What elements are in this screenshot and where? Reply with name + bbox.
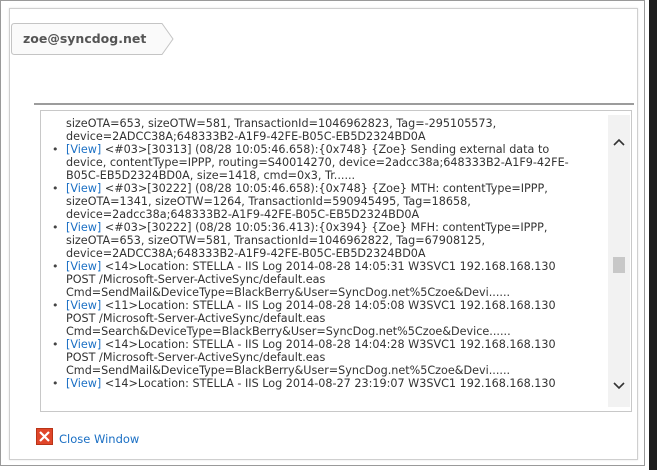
log-line: [View] <#03>[30222] (08/28 10:05:46.658)… bbox=[66, 182, 609, 195]
log-line: [View] <14>Location: STELLA - IIS Log 20… bbox=[66, 260, 609, 273]
log-content: sizeOTA=653, sizeOTW=581, TransactionId=… bbox=[41, 111, 609, 390]
view-link[interactable]: [View] bbox=[66, 143, 101, 156]
log-item: • [View] <11>Location: STELLA - IIS Log 2… bbox=[49, 299, 609, 338]
log-item-partial: sizeOTA=653, sizeOTW=581, TransactionId=… bbox=[49, 117, 609, 143]
view-link[interactable]: [View] bbox=[66, 182, 101, 195]
chevron-down-icon[interactable] bbox=[608, 377, 630, 395]
bullet-icon: • bbox=[52, 338, 59, 351]
log-line: [View] <14>Location: STELLA - IIS Log 20… bbox=[66, 377, 609, 390]
log-line: device, contentType=IPPP, routing=S40014… bbox=[66, 156, 569, 169]
log-item: • [View] <#03>[30222] (08/28 10:05:36.413… bbox=[49, 221, 609, 260]
log-line-text: <11>Location: STELLA - IIS Log 2014-08-2… bbox=[101, 299, 556, 312]
log-scrollbar[interactable] bbox=[608, 115, 630, 407]
panel-divider bbox=[34, 103, 634, 105]
log-line: [View] <#03>[30222] (08/28 10:05:36.413)… bbox=[66, 221, 609, 234]
log-line: [View] <11>Location: STELLA - IIS Log 20… bbox=[66, 299, 609, 312]
log-line: device=2adcc38a;648333B2-A1F9-42FE-B05C-… bbox=[66, 208, 420, 221]
log-line: POST /Microsoft-Server-ActiveSync/defaul… bbox=[66, 273, 326, 286]
bullet-icon: • bbox=[52, 299, 59, 312]
scroll-thumb[interactable] bbox=[613, 257, 625, 273]
log-line-text: <14>Location: STELLA - IIS Log 2014-08-2… bbox=[101, 338, 556, 351]
bullet-icon: • bbox=[52, 260, 59, 273]
breadcrumb-label: zoe@syncdog.net bbox=[23, 31, 147, 46]
log-line: [View] <14>Location: STELLA - IIS Log 20… bbox=[66, 338, 609, 351]
log-line: Cmd=Search&DeviceType=BlackBerry&User=Sy… bbox=[66, 325, 511, 338]
log-line: [View] <#03>[30313] (08/28 10:05:46.658)… bbox=[66, 143, 609, 156]
log-line: device=2ADCC38A;648333B2-A1F9-42FE-B05C-… bbox=[66, 130, 426, 143]
window-edge bbox=[649, 0, 657, 470]
log-list: sizeOTA=653, sizeOTW=581, TransactionId=… bbox=[41, 117, 609, 390]
bullet-icon: • bbox=[52, 143, 59, 156]
log-line: sizeOTA=1341, sizeOTW=1264, TransactionI… bbox=[66, 195, 471, 208]
view-link[interactable]: [View] bbox=[66, 260, 101, 273]
close-x-icon[interactable] bbox=[36, 427, 53, 445]
log-line: sizeOTA=653, sizeOTW=581, TransactionId=… bbox=[66, 234, 486, 247]
log-item: • [View] <#03>[30222] (08/28 10:05:46.658… bbox=[49, 182, 609, 221]
log-line: B05C-EB5D2324BD0A, size=1418, cmd=0x3, T… bbox=[66, 169, 356, 182]
log-line-text: <#03>[30222] (08/28 10:05:36.413):{0x394… bbox=[101, 221, 548, 234]
close-window-link[interactable]: Close Window bbox=[59, 432, 139, 446]
breadcrumb[interactable]: zoe@syncdog.net bbox=[11, 23, 176, 55]
view-link[interactable]: [View] bbox=[66, 377, 101, 390]
view-link[interactable]: [View] bbox=[66, 338, 101, 351]
bullet-icon: • bbox=[52, 221, 59, 234]
view-link[interactable]: [View] bbox=[66, 221, 101, 234]
close-window-row[interactable]: Close Window bbox=[36, 425, 139, 447]
log-item: • [View] <14>Location: STELLA - IIS Log 2… bbox=[49, 377, 609, 390]
log-line-text: <14>Location: STELLA - IIS Log 2014-08-2… bbox=[101, 260, 556, 273]
log-line-text: <#03>[30222] (08/28 10:05:46.658):{0x748… bbox=[101, 182, 548, 195]
log-line: Cmd=SendMail&DeviceType=BlackBerry&User=… bbox=[66, 286, 511, 299]
log-panel[interactable]: sizeOTA=653, sizeOTW=581, TransactionId=… bbox=[40, 110, 632, 412]
log-item: • [View] <14>Location: STELLA - IIS Log 2… bbox=[49, 260, 609, 299]
log-line: POST /Microsoft-Server-ActiveSync/defaul… bbox=[66, 312, 326, 325]
log-item: • [View] <#03>[30313] (08/28 10:05:46.658… bbox=[49, 143, 609, 182]
log-line: sizeOTA=653, sizeOTW=581, TransactionId=… bbox=[66, 117, 497, 130]
log-line: POST /Microsoft-Server-ActiveSync/defaul… bbox=[66, 351, 326, 364]
bullet-icon: • bbox=[52, 377, 59, 390]
log-line-text: <#03>[30313] (08/28 10:05:46.658):{0x748… bbox=[101, 143, 550, 156]
log-line-text: <14>Location: STELLA - IIS Log 2014-08-2… bbox=[101, 377, 556, 390]
log-line: device=2ADCC38A;648333B2-A1F9-42FE-B05C-… bbox=[66, 247, 426, 260]
log-line: Cmd=SendMail&DeviceType=BlackBerry&User=… bbox=[66, 364, 511, 377]
log-item: • [View] <14>Location: STELLA - IIS Log 2… bbox=[49, 338, 609, 377]
bullet-icon: • bbox=[52, 182, 59, 195]
view-link[interactable]: [View] bbox=[66, 299, 101, 312]
chevron-up-icon[interactable] bbox=[608, 133, 630, 151]
